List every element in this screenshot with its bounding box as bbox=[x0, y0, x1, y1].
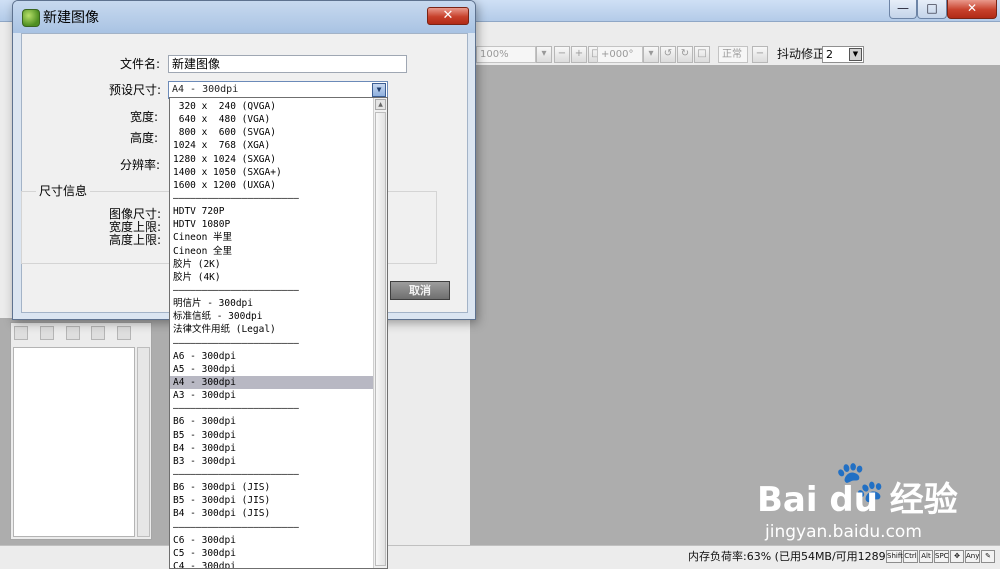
zoom-out-button[interactable]: − bbox=[554, 46, 570, 63]
flip-button[interactable]: − bbox=[752, 46, 768, 63]
merge-layer-icon[interactable] bbox=[117, 326, 132, 340]
new-folder-icon[interactable] bbox=[39, 326, 54, 340]
dropdown-separator: —————————————————————— bbox=[173, 284, 299, 296]
baidu-jingyan-watermark: 🐾 Bai du 经验 jingyan.baidu.com bbox=[757, 462, 977, 552]
dialog-titlebar[interactable]: 新建图像 ✕ bbox=[13, 1, 475, 33]
memory-status: 内存负荷率:63% (已用54MB/可用1289MB) bbox=[688, 550, 908, 563]
preset-size-options: 320 x 240 (QVGA) 640 x 480 (VGA) 800 x 6… bbox=[170, 100, 373, 568]
dropdown-option[interactable]: C4 - 300dpi bbox=[170, 560, 373, 568]
new-layer-icon[interactable] bbox=[14, 326, 28, 340]
scroll-thumb[interactable] bbox=[375, 112, 386, 566]
watermark-url: jingyan.baidu.com bbox=[765, 522, 922, 542]
dropdown-option[interactable]: A4 - 300dpi bbox=[170, 375, 373, 390]
dropdown-option[interactable]: A3 - 300dpi bbox=[170, 389, 373, 402]
rotate-left-button[interactable]: ↺ bbox=[660, 46, 676, 63]
dropdown-option[interactable]: 800 x 600 (SVGA) bbox=[170, 126, 373, 139]
dialog-title: 新建图像 bbox=[43, 10, 99, 26]
dropdown-option[interactable]: Cineon 全里 bbox=[170, 245, 373, 258]
stabilizer-label: 抖动修正 bbox=[777, 47, 826, 61]
dropdown-option[interactable]: Cineon 半里 bbox=[170, 231, 373, 244]
dropdown-option[interactable]: HDTV 720P bbox=[170, 205, 373, 218]
layers-scrollbar[interactable] bbox=[137, 347, 150, 537]
zoom-in-button[interactable]: + bbox=[571, 46, 587, 63]
dropdown-option[interactable]: 320 x 240 (QVGA) bbox=[170, 100, 373, 113]
dropdown-option[interactable]: 胶片 (2K) bbox=[170, 258, 373, 271]
angle-dropdown-button[interactable]: ▾ bbox=[643, 46, 659, 63]
dropdown-scrollbar[interactable]: ▲ bbox=[373, 98, 387, 568]
dropdown-option[interactable]: C6 - 300dpi bbox=[170, 534, 373, 547]
size-info-title: 尺寸信息 bbox=[36, 184, 91, 198]
app-logo-icon bbox=[22, 9, 40, 27]
rotate-right-button[interactable]: ↻ bbox=[677, 46, 693, 63]
dropdown-option[interactable]: B6 - 300dpi (JIS) bbox=[170, 481, 373, 494]
dropdown-option[interactable]: 1280 x 1024 (SXGA) bbox=[170, 153, 373, 166]
app-close-button[interactable]: ✕ bbox=[947, 0, 997, 19]
layers-panel bbox=[10, 322, 152, 540]
dropdown-option[interactable]: 明信片 - 300dpi bbox=[170, 297, 373, 310]
dropdown-separator: —————————————————————— bbox=[173, 337, 299, 349]
layers-list[interactable] bbox=[13, 347, 135, 537]
filename-label: 文件名: bbox=[120, 57, 161, 71]
normal-view-button[interactable]: 正常 bbox=[718, 46, 748, 63]
width-label: 宽度: bbox=[130, 110, 159, 124]
chevron-down-icon: ▼ bbox=[372, 83, 386, 97]
dropdown-option[interactable]: B5 - 300dpi (JIS) bbox=[170, 494, 373, 507]
maximize-button[interactable]: □ bbox=[917, 0, 947, 19]
stabilizer-select[interactable]: 2 ▼ bbox=[822, 46, 864, 63]
dropdown-option[interactable]: B4 - 300dpi (JIS) bbox=[170, 507, 373, 520]
dropdown-option[interactable]: HDTV 1080P bbox=[170, 218, 373, 231]
layers-toolbar bbox=[14, 326, 139, 344]
resolution-label: 分辨率: bbox=[120, 158, 161, 172]
dropdown-option[interactable]: 胶片 (4K) bbox=[170, 271, 373, 284]
dropdown-separator: —————————————————————— bbox=[173, 403, 299, 415]
minimize-button[interactable]: — bbox=[889, 0, 917, 19]
copy-layer-icon[interactable] bbox=[65, 326, 80, 340]
filename-input[interactable]: 新建图像 bbox=[168, 55, 407, 73]
watermark-logo-text: Bai du 经验 bbox=[757, 480, 958, 520]
dropdown-option[interactable]: 法律文件用纸 (Legal) bbox=[170, 323, 373, 336]
delete-layer-icon[interactable] bbox=[91, 326, 106, 340]
zoom-field[interactable]: 100% bbox=[476, 46, 536, 63]
dropdown-option[interactable]: 标准信纸 - 300dpi bbox=[170, 310, 373, 323]
canvas-toolbar: 100% ▾ − + □ +000° ▾ ↺ ↻ □ 正常 − 抖动修正 2 ▼ bbox=[470, 43, 1000, 65]
height-limit-label: 高度上限: bbox=[109, 233, 162, 247]
dropdown-option[interactable]: B4 - 300dpi bbox=[170, 442, 373, 455]
dropdown-option[interactable]: B5 - 300dpi bbox=[170, 429, 373, 442]
scroll-up-icon[interactable]: ▲ bbox=[375, 99, 386, 110]
dropdown-option[interactable]: B6 - 300dpi bbox=[170, 415, 373, 428]
preset-size-dropdown[interactable]: 320 x 240 (QVGA) 640 x 480 (VGA) 800 x 6… bbox=[169, 97, 388, 569]
rotate-reset-button[interactable]: □ bbox=[694, 46, 710, 63]
chevron-down-icon: ▼ bbox=[849, 48, 862, 61]
preset-size-value: A4 - 300dpi bbox=[172, 84, 239, 95]
dialog-close-button[interactable]: ✕ bbox=[427, 7, 469, 25]
dropdown-option[interactable]: 1600 x 1200 (UXGA) bbox=[170, 179, 373, 192]
stabilizer-value: 2 bbox=[826, 48, 833, 61]
height-label: 高度: bbox=[130, 131, 159, 145]
dropdown-option[interactable]: 1024 x 768 (XGA) bbox=[170, 139, 373, 152]
cancel-button[interactable]: 取消 bbox=[390, 281, 450, 300]
preset-size-label: 预设尺寸: bbox=[109, 83, 162, 97]
zoom-dropdown-button[interactable]: ▾ bbox=[536, 46, 552, 63]
dropdown-option[interactable]: A6 - 300dpi bbox=[170, 350, 373, 363]
dropdown-option[interactable]: B3 - 300dpi bbox=[170, 455, 373, 468]
pen-icon: ✎ bbox=[981, 550, 995, 563]
angle-field[interactable]: +000° bbox=[597, 46, 643, 63]
dropdown-separator: —————————————————————— bbox=[173, 521, 299, 533]
dropdown-separator: —————————————————————— bbox=[173, 468, 299, 480]
dropdown-separator: —————————————————————— bbox=[173, 192, 299, 204]
dropdown-option[interactable]: A5 - 300dpi bbox=[170, 363, 373, 376]
dropdown-option[interactable]: C5 - 300dpi bbox=[170, 547, 373, 560]
dropdown-option[interactable]: 640 x 480 (VGA) bbox=[170, 113, 373, 126]
dropdown-option[interactable]: 1400 x 1050 (SXGA+) bbox=[170, 166, 373, 179]
